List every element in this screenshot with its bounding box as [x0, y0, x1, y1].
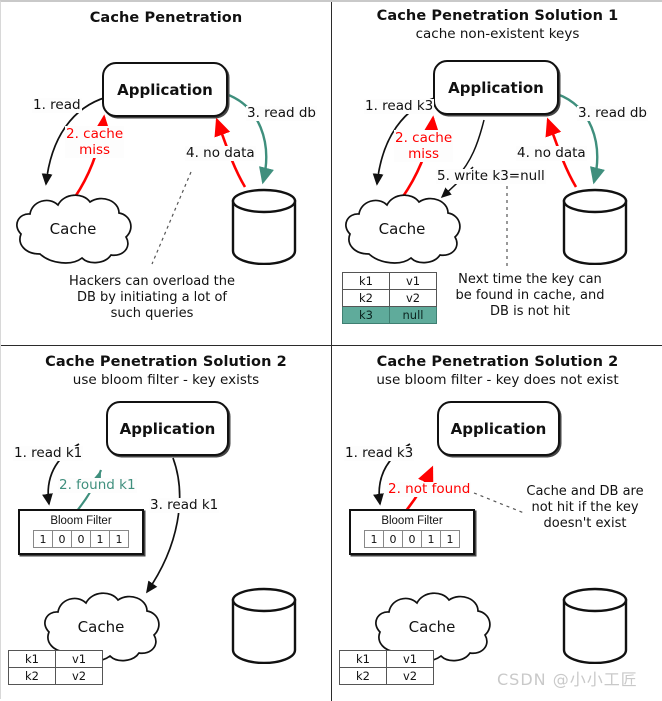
database-shape — [231, 587, 297, 665]
panel-note: Cache and DB are not hit if the key does… — [526, 484, 644, 531]
bloom-bits-row: 1 0 0 1 1 — [33, 530, 129, 548]
panel-solution-2-key-exists: Cache Penetration Solution 2 use bloom f… — [1, 346, 332, 701]
database-cylinder — [560, 586, 630, 665]
table-row-highlighted: k3 null — [342, 306, 437, 324]
table-row: k1 v1 — [8, 650, 103, 668]
bloom-bits-row: 1 0 0 1 1 — [364, 530, 460, 548]
cell-value: v2 — [55, 667, 103, 685]
panel-solution-2-key-missing: Cache Penetration Solution 2 use bloom f… — [332, 346, 662, 701]
step-1-label: 1. read k3 — [344, 445, 415, 461]
cell-key: k1 — [342, 272, 390, 290]
cache-entries-table: k1 v1 k2 v2 k3 null — [342, 272, 437, 324]
bloom-filter-box: Bloom Filter 1 0 0 1 1 — [349, 509, 475, 555]
step-4-label: 4. no data — [185, 145, 256, 161]
application-box: Application — [433, 60, 559, 115]
step-3-label: 3. read k1 — [149, 497, 220, 513]
database-cylinder — [560, 187, 630, 266]
table-row: k2 v2 — [8, 667, 103, 685]
table-body: k1 v1 k2 v2 — [8, 650, 103, 685]
step-2-label: 2. cache miss — [65, 126, 125, 158]
step-5-label: 5. write k3=null — [436, 168, 546, 184]
bloom-bit: 1 — [33, 530, 53, 548]
bloom-bit-array: 1 0 0 1 1 — [364, 530, 460, 548]
cell-value: null — [389, 306, 437, 324]
application-box: Application — [102, 62, 228, 117]
panel-cache-penetration: Cache Penetration Application Cache 1. r… — [1, 2, 332, 346]
table-body: k1 v1 k2 v2 — [339, 650, 434, 685]
cache-label: Cache — [378, 220, 426, 238]
cell-key: k1 — [8, 650, 56, 668]
cache-cloud: Cache — [13, 188, 133, 268]
application-box: Application — [106, 401, 229, 456]
cell-key: k2 — [339, 667, 387, 685]
cache-label: Cache — [49, 220, 97, 238]
step-2-label: 2. not found — [387, 481, 472, 497]
watermark: CSDN @小小工匠 — [497, 670, 638, 689]
step-4-label: 4. no data — [516, 145, 587, 161]
bloom-bit: 1 — [364, 530, 384, 548]
cell-value: v1 — [55, 650, 103, 668]
bloom-bit-array: 1 0 0 1 1 — [33, 530, 129, 548]
application-box: Application — [437, 401, 560, 456]
step-3-label: 3. read db — [577, 105, 649, 121]
step-3-label: 3. read db — [246, 105, 318, 121]
database-cylinder — [229, 187, 299, 266]
diagram-board: Cache Penetration Application Cache 1. r… — [0, 0, 662, 701]
bloom-filter-label: Bloom Filter — [381, 515, 443, 527]
bloom-bit: 0 — [402, 530, 422, 548]
bloom-bit: 0 — [383, 530, 403, 548]
step-2-label: 2. cache miss — [394, 130, 454, 162]
bloom-bit: 0 — [71, 530, 91, 548]
database-shape — [562, 587, 628, 665]
table-row: k1 v1 — [342, 272, 437, 290]
bloom-bit: 1 — [90, 530, 110, 548]
step-1-label: 1. read k1 — [13, 445, 84, 461]
step-1-label: 1. read — [32, 97, 82, 113]
database-shape — [562, 188, 628, 266]
cache-entries-table: k1 v1 k2 v2 — [339, 650, 434, 685]
cell-value: v2 — [386, 667, 434, 685]
database-shape — [231, 188, 297, 266]
bloom-bit: 0 — [52, 530, 72, 548]
panel-note: Hackers can overload the DB by initiatin… — [69, 274, 235, 321]
step-1-label: 1. read k3 — [364, 98, 435, 114]
bloom-bit: 1 — [421, 530, 441, 548]
table-body: k1 v1 k2 v2 k3 null — [342, 272, 437, 324]
cell-value: v1 — [389, 272, 437, 290]
cell-key: k3 — [342, 306, 390, 324]
database-cylinder — [229, 586, 299, 665]
bloom-filter-box: Bloom Filter 1 0 0 1 1 — [18, 509, 144, 555]
step-2-label: 2. found k1 — [58, 477, 137, 493]
cell-key: k2 — [8, 667, 56, 685]
cell-key: k1 — [339, 650, 387, 668]
panel-solution-1: Cache Penetration Solution 1 cache non-e… — [332, 2, 662, 346]
bloom-filter-label: Bloom Filter — [50, 515, 112, 527]
panel-note: Next time the key can be found in cache,… — [455, 272, 605, 319]
cache-entries-table: k1 v1 k2 v2 — [8, 650, 103, 685]
bloom-bit: 1 — [440, 530, 460, 548]
bloom-bit: 1 — [109, 530, 129, 548]
cache-cloud: Cache — [342, 188, 462, 268]
table-row: k2 v2 — [339, 667, 434, 685]
cell-key: k2 — [342, 289, 390, 307]
cell-value: v2 — [389, 289, 437, 307]
cell-value: v1 — [386, 650, 434, 668]
table-row: k1 v1 — [339, 650, 434, 668]
table-row: k2 v2 — [342, 289, 437, 307]
